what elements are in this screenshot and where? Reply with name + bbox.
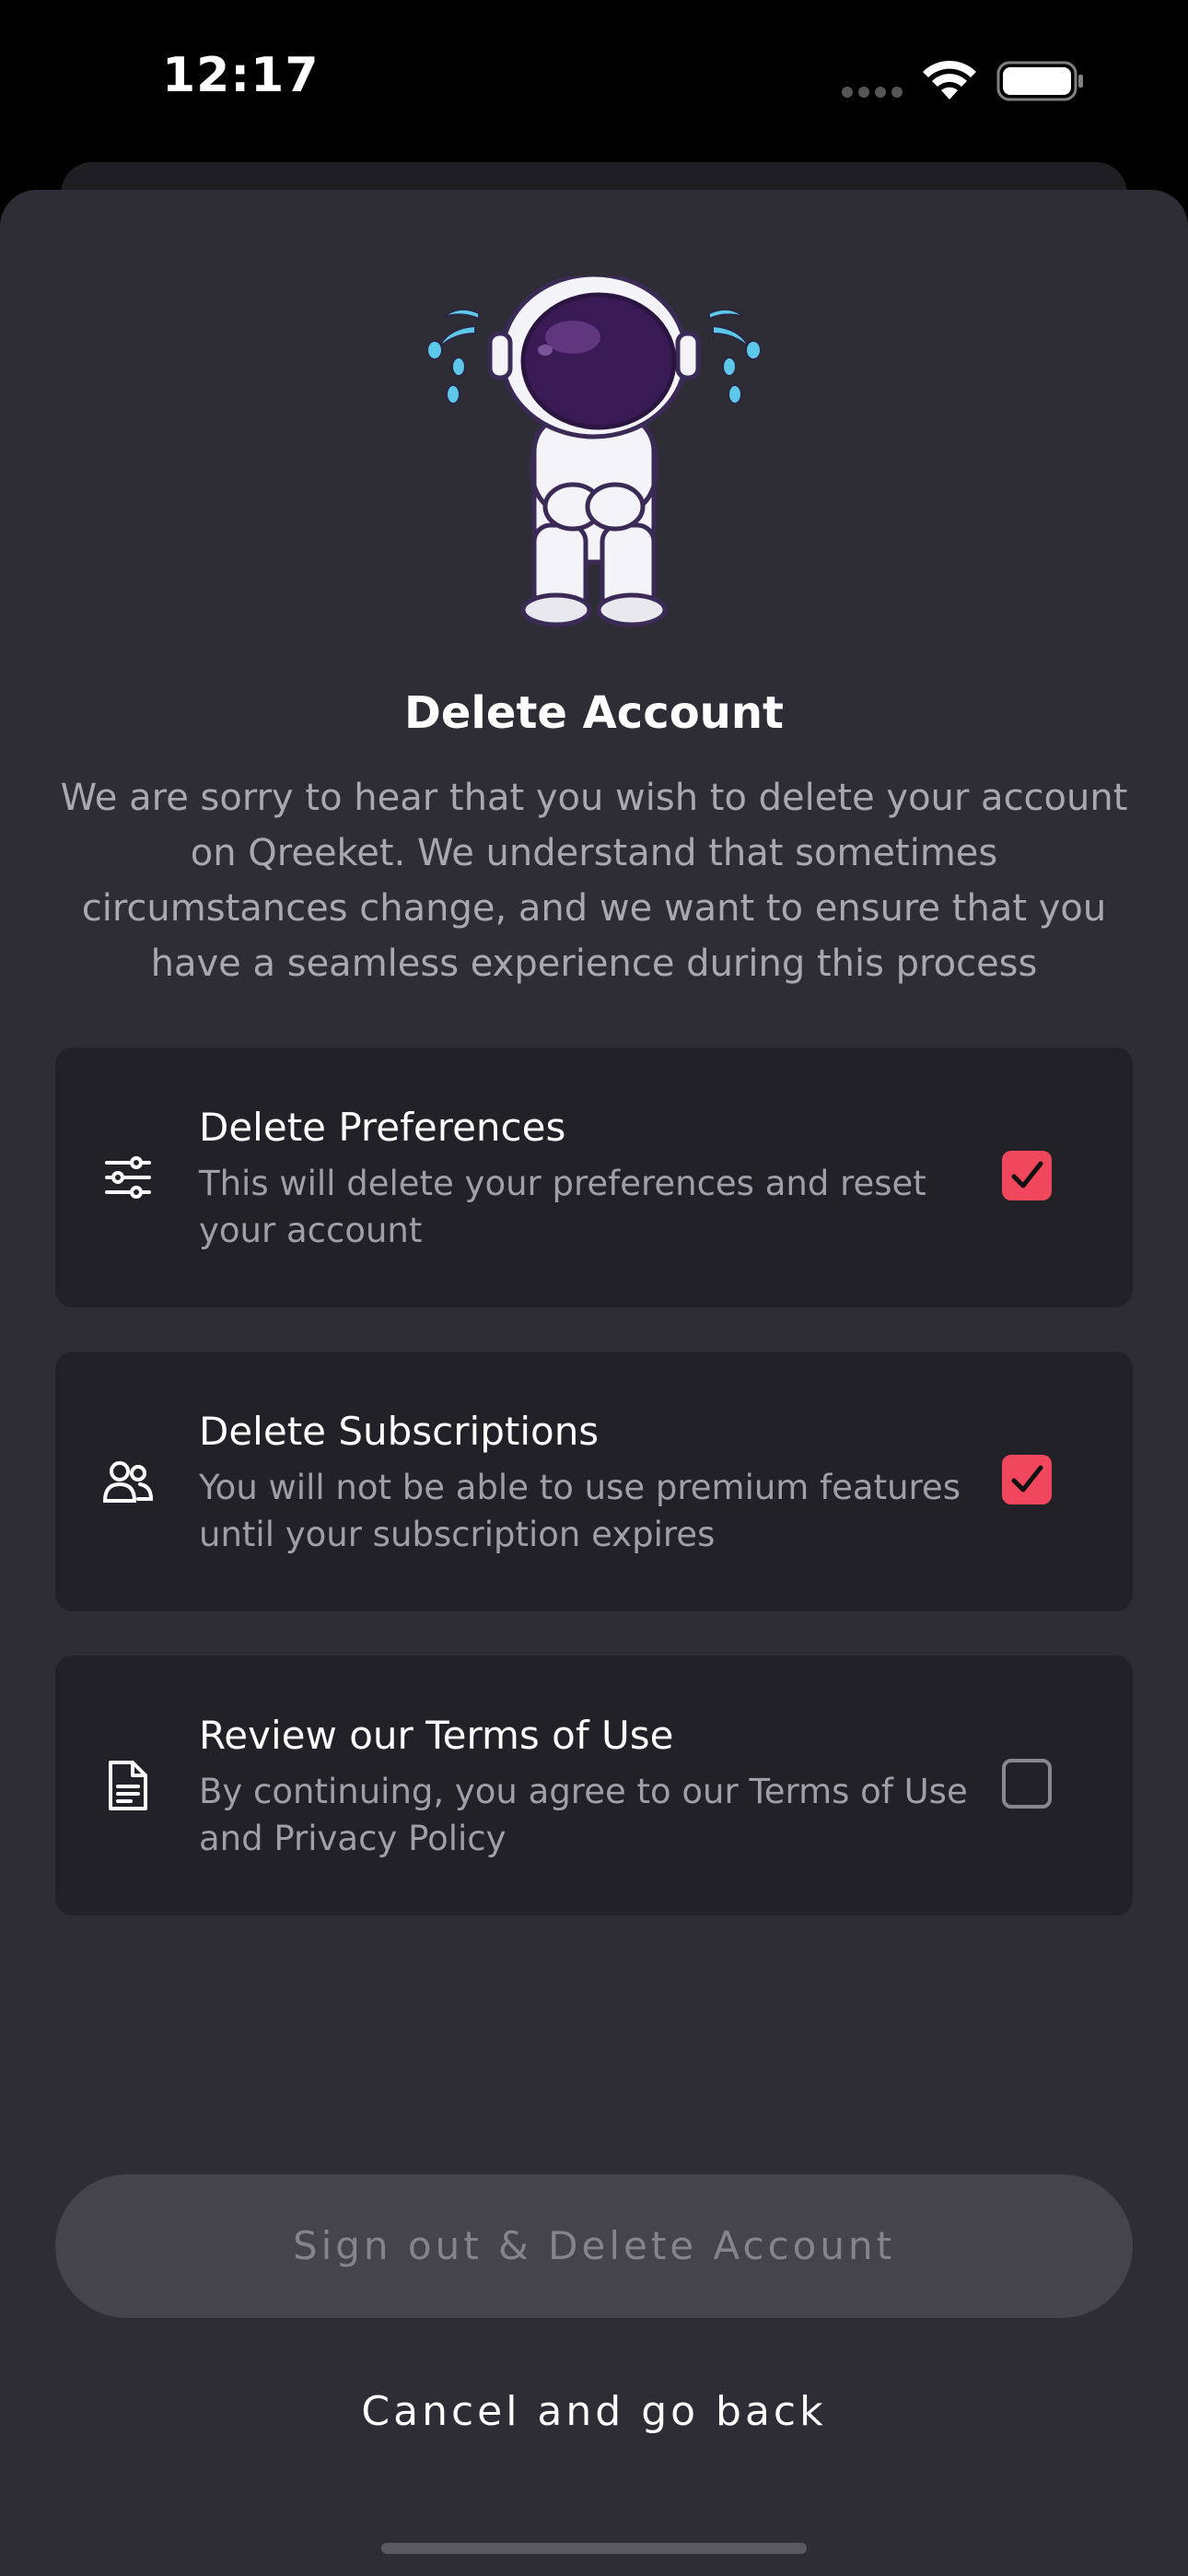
sign-out-delete-account-button[interactable]: Sign out & Delete Account — [55, 2174, 1133, 2318]
option-delete-preferences[interactable]: Delete Preferences This will delete your… — [55, 1048, 1133, 1307]
option-review-terms[interactable]: Review our Terms of Use By continuing, y… — [55, 1656, 1133, 1915]
signal-icon — [842, 87, 904, 98]
cancel-and-go-back-button[interactable]: Cancel and go back — [0, 2388, 1188, 2435]
page-description: We are sorry to hear that you wish to de… — [60, 777, 1128, 985]
crying-astronaut-illustration — [426, 276, 762, 627]
status-bar: 12:17 — [0, 0, 1188, 166]
checkmark-icon — [1011, 1161, 1043, 1188]
preferences-checkbox[interactable] — [1002, 1151, 1052, 1200]
status-time: 12:17 — [162, 48, 320, 103]
document-icon — [109, 1761, 147, 1810]
option-title: Delete Preferences — [199, 1105, 566, 1150]
option-title: Review our Terms of Use — [199, 1713, 674, 1758]
option-subtitle: This will delete your preferences and re… — [199, 1164, 926, 1250]
home-indicator — [381, 2543, 807, 2554]
wifi-icon — [923, 60, 976, 100]
users-icon — [102, 1461, 154, 1503]
option-title: Delete Subscriptions — [199, 1409, 600, 1454]
subscriptions-checkbox[interactable] — [1002, 1455, 1052, 1505]
option-subtitle: You will not be able to use premium feat… — [199, 1468, 961, 1554]
option-subtitle: By continuing, you agree to our Terms of… — [199, 1772, 968, 1858]
battery-icon — [996, 61, 1083, 101]
option-delete-subscriptions[interactable]: Delete Subscriptions You will not be abl… — [55, 1352, 1133, 1611]
page-title: Delete Account — [404, 687, 784, 739]
checkmark-icon — [1011, 1465, 1043, 1493]
sliders-icon — [105, 1156, 151, 1199]
terms-checkbox[interactable] — [1002, 1759, 1052, 1809]
